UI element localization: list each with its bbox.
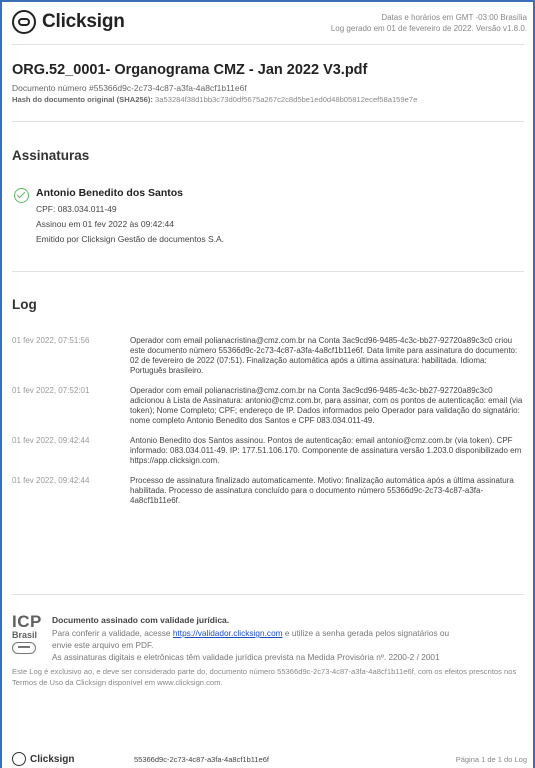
log-entry-text: Antonio Benedito dos Santos assinou. Pon… — [130, 436, 522, 465]
generated-note: Log gerado em 01 de fevereiro de 2022. V… — [330, 24, 527, 33]
log-entry-text: Operador com email polianacristina@cmz.c… — [130, 386, 523, 425]
log-heading: Log — [12, 297, 37, 312]
log-disclaimer: Este Log é exclusivo ao, e deve ser cons… — [12, 667, 517, 687]
page-footer: Clicksign 55366d9c-2c73-4c87-a3fa-4a8cf1… — [12, 752, 527, 768]
section-divider — [12, 594, 524, 595]
section-divider — [12, 121, 524, 122]
signer-name: Antonio Benedito dos Santos — [36, 187, 183, 199]
document-title: ORG.52_0001- Organograma CMZ - Jan 2022 … — [12, 62, 368, 78]
header-info: Datas e horários em GMT -03:00 Brasília … — [331, 12, 527, 34]
hash-value: 3a53284f38d1bb3c73d0df5675a267c2c8d5be1e… — [155, 95, 418, 104]
icp-brasil-logo: ICP Brasil — [12, 612, 42, 654]
icp-logo-top: ICP — [12, 612, 42, 631]
frame-top-border — [0, 0, 535, 2]
log-entry: 01 fev 2022, 07:52:01 Operador com email… — [12, 386, 524, 426]
footer-page-number: Página 1 de 1 do Log — [455, 755, 527, 764]
clicksign-logo-icon — [12, 10, 36, 34]
log-list: 01 fev 2022, 07:51:56 Operador com email… — [12, 336, 524, 516]
footer-document-hash: 55366d9c-2c73-4c87-a3fa-4a8cf1b11e6f — [134, 755, 269, 764]
section-divider — [12, 271, 524, 272]
signer-issued-by: Emitido por Clicksign Gestão de document… — [36, 234, 225, 244]
validation-line-1-suffix: e utilize a senha gerada pelos signatári… — [284, 628, 450, 638]
validation-title: Documento assinado com validade jurídica… — [52, 615, 230, 625]
check-circle-icon — [14, 188, 29, 203]
validation-line-1-prefix: Para conferir a validade, acesse — [52, 628, 171, 638]
clicksign-logo: Clicksign — [12, 10, 125, 34]
page-header: Clicksign Datas e horários em GMT -03:00… — [12, 8, 527, 40]
footer-logo: Clicksign — [12, 752, 74, 766]
logo-text: Clicksign — [42, 11, 125, 32]
clicksign-footer-icon — [12, 752, 26, 766]
validation-line-2: envie este arquivo em PDF. — [52, 640, 154, 650]
validation-line-3: As assinaturas digitais e eletrônicas tê… — [52, 652, 440, 662]
icp-logo-bottom: Brasil — [12, 630, 38, 640]
log-entry: 01 fev 2022, 09:42:44 Antonio Benedito d… — [12, 436, 524, 466]
log-entry-date: 01 fev 2022, 07:52:01 — [12, 386, 90, 395]
log-entry-date: 01 fev 2022, 07:51:56 — [12, 336, 90, 345]
validation-line-1: Para conferir a validade, acesse https:/… — [52, 628, 449, 638]
log-entry-date: 01 fev 2022, 09:42:44 — [12, 476, 90, 485]
key-icon — [12, 642, 36, 654]
signer-signed-at: Assinou em 01 fev 2022 às 09:42:44 — [36, 219, 174, 229]
signatures-heading: Assinaturas — [12, 148, 90, 163]
document-hash: Hash do documento original (SHA256): 3a5… — [12, 95, 417, 104]
log-entry: 01 fev 2022, 07:51:56 Operador com email… — [12, 336, 524, 376]
hash-label: Hash do documento original (SHA256): — [12, 95, 153, 104]
log-entry-text: Operador com email polianacristina@cmz.c… — [130, 336, 518, 375]
log-entry-date: 01 fev 2022, 09:42:44 — [12, 436, 90, 445]
validator-link[interactable]: https://validador.clicksign.com — [173, 628, 283, 638]
timezone-note: Datas e horários em GMT -03:00 Brasília — [381, 13, 527, 22]
footer-logo-text: Clicksign — [30, 753, 75, 765]
log-entry-text: Processo de assinatura finalizado automa… — [130, 476, 514, 505]
signer-cpf: CPF: 083.034.011-49 — [36, 204, 117, 214]
document-number: Documento número #55366d9c-2c73-4c87-a3f… — [12, 83, 247, 93]
log-entry: 01 fev 2022, 09:42:44 Processo de assina… — [12, 476, 524, 506]
frame-left-border — [0, 0, 2, 768]
header-divider — [12, 44, 524, 45]
